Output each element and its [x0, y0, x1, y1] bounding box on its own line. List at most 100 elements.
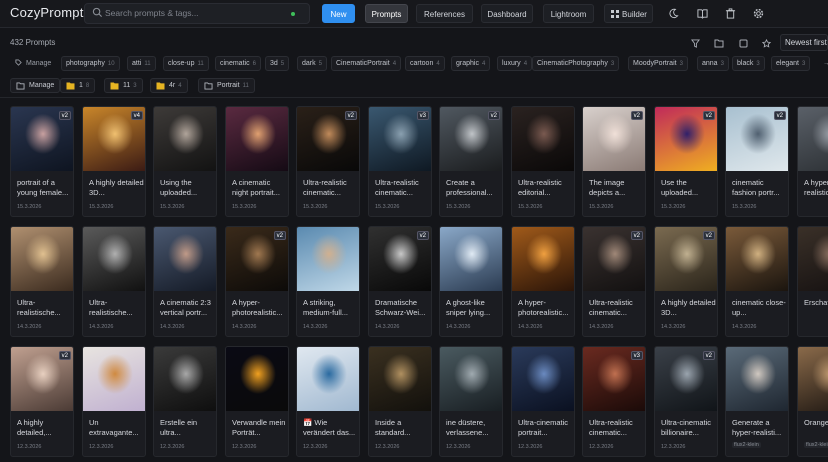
prompt-card[interactable]: Ultra-realistic editorial... 15.3.2026 — [511, 106, 575, 217]
prompt-thumbnail[interactable] — [798, 227, 828, 291]
search-box[interactable]: Search prompts & tags... — [84, 3, 310, 24]
prompt-card[interactable]: Un extravagante... 12.3.2026 — [82, 346, 146, 457]
tag-chip[interactable]: close-up 11 — [163, 56, 209, 71]
favorites-button[interactable] — [759, 36, 773, 50]
prompt-thumbnail[interactable] — [798, 347, 828, 411]
tag-chip[interactable]: cinematic 6 — [215, 56, 261, 71]
prompt-card[interactable]: v2 Dramatische Schwarz-Wei... 14.3.2026 — [368, 226, 432, 337]
prompt-thumbnail[interactable] — [154, 107, 216, 171]
tag-chip[interactable]: elegant 3 — [771, 56, 811, 71]
prompt-card[interactable]: v2 A hyper-photorealistic... 14.3.2026 — [225, 226, 289, 337]
prompt-thumbnail[interactable] — [369, 347, 431, 411]
version-badge: v2 — [702, 231, 715, 240]
prompt-card[interactable]: A striking, medium-full... 14.3.2026 — [296, 226, 360, 337]
prompt-thumbnail[interactable] — [83, 227, 145, 291]
tag-chip[interactable]: cartoon 4 — [405, 56, 445, 71]
prompt-thumbnail[interactable] — [226, 347, 288, 411]
version-badge: v2 — [273, 231, 286, 240]
filter-button[interactable] — [688, 36, 702, 50]
tag-chip[interactable]: CinematicPhotography 3 — [532, 56, 620, 71]
prompt-card[interactable]: v2 cinematic fashion portr... 15.3.2026 — [725, 106, 789, 217]
folder-chip[interactable]: Portrait 11 — [198, 78, 255, 93]
trash-button[interactable] — [721, 4, 740, 23]
app-logo[interactable]: CozyPrompts — [10, 5, 90, 20]
theme-toggle-button[interactable] — [664, 4, 683, 23]
prompt-card[interactable]: v2 Create a professional... 15.3.2026 — [439, 106, 503, 217]
prompt-card[interactable]: Erstelle ein ultra... 12.3.2026 — [153, 346, 217, 457]
prompt-thumbnail[interactable] — [798, 107, 828, 171]
prompt-thumbnail[interactable] — [154, 227, 216, 291]
prompt-card[interactable]: Ultra-realistische... 14.3.2026 — [10, 226, 74, 337]
tag-chip[interactable]: anna 3 — [697, 56, 729, 71]
prompt-card[interactable]: v3 Ultra-realistic cinematic... 12.3.2026 — [582, 346, 646, 457]
tag-chip[interactable]: luxury 4 — [497, 56, 533, 71]
prompt-thumbnail[interactable] — [512, 347, 574, 411]
nav-builder[interactable]: Builder — [604, 4, 653, 23]
tag-chip[interactable]: black 3 — [732, 56, 765, 71]
prompt-card[interactable]: v2 Ultra-realistic cinematic... 15.3.2026 — [296, 106, 360, 217]
prompt-thumbnail[interactable] — [726, 227, 788, 291]
prompt-card[interactable]: Using the uploaded... 15.3.2026 — [153, 106, 217, 217]
prompt-card[interactable]: v3 Ultra-realistic cinematic... 15.3.2026 — [368, 106, 432, 217]
prompt-card[interactable]: A ghost-like sniper lying... 14.3.2026 — [439, 226, 503, 337]
prompt-thumbnail[interactable] — [440, 347, 502, 411]
prompt-card[interactable]: A cinematic night portrait... 15.3.2026 — [225, 106, 289, 217]
nav-dashboard[interactable]: Dashboard — [481, 4, 533, 23]
prompt-card[interactable]: v2 Use the uploaded... 15.3.2026 — [654, 106, 718, 217]
prompt-thumbnail[interactable] — [83, 347, 145, 411]
prompt-card[interactable]: A cinematic 2:3 vertical portr... 14.3.20… — [153, 226, 217, 337]
prompt-card[interactable]: Generate a hyper-realisti... flux2-klein — [725, 346, 789, 457]
prompt-thumbnail[interactable] — [297, 347, 359, 411]
prompt-card[interactable]: Verwandle mein Porträt... 12.3.2026 — [225, 346, 289, 457]
prompt-card[interactable]: cinematic close-up... 14.3.2026 — [725, 226, 789, 337]
more-tags-icon[interactable]: → — [818, 56, 828, 71]
prompt-thumbnail[interactable] — [11, 227, 73, 291]
prompt-thumbnail[interactable] — [726, 347, 788, 411]
manage-folders-button[interactable]: Manage — [10, 78, 61, 93]
sort-select[interactable]: Newest first — [780, 34, 828, 51]
prompt-card[interactable]: 📅 Wie verändert das... 12.3.2026 — [296, 346, 360, 457]
folder-chip[interactable]: 11 3 — [104, 78, 143, 93]
tag-chip[interactable]: MoodyPortrait 3 — [628, 56, 688, 71]
prompt-thumbnail[interactable] — [512, 227, 574, 291]
tag-chip[interactable]: dark 5 — [297, 56, 327, 71]
tag-chip[interactable]: CinematicPortrait 4 — [331, 56, 402, 71]
prompt-card[interactable]: ine düstere, verlassene... 12.3.2026 — [439, 346, 503, 457]
prompt-card[interactable]: Ultra-cinematic portrait... 12.3.2026 — [511, 346, 575, 457]
prompt-card[interactable]: v2 A highly detailed 3D... 14.3.2026 — [654, 226, 718, 337]
prompt-thumbnail[interactable] — [154, 347, 216, 411]
manage-tags-button[interactable]: Manage — [10, 56, 56, 71]
prompt-thumbnail[interactable] — [440, 227, 502, 291]
tag-chip[interactable]: 3d 5 — [265, 56, 290, 71]
prompt-card[interactable]: A hyper-realistic... — [797, 106, 828, 217]
settings-button[interactable] — [749, 4, 768, 23]
search-input[interactable]: Search prompts & tags... — [105, 8, 199, 18]
prompt-card[interactable]: v2 The image depicts a... 15.3.2026 — [582, 106, 646, 217]
tag-chip[interactable]: atti 11 — [127, 56, 156, 71]
new-button[interactable]: New — [322, 4, 355, 23]
prompt-card[interactable]: v4 A highly detailed 3D... 15.3.2026 — [82, 106, 146, 217]
prompt-card[interactable]: A hyper-photorealistic... 14.3.2026 — [511, 226, 575, 337]
prompt-card[interactable]: v2 A highly detailed,... 12.3.2026 — [10, 346, 74, 457]
prompt-card[interactable]: Inside a standard... 12.3.2026 — [368, 346, 432, 457]
prompt-card[interactable]: Orange archite flux2-klein — [797, 346, 828, 457]
prompt-thumbnail[interactable] — [297, 227, 359, 291]
prompt-card[interactable]: v2 Ultra-realistic cinematic... 14.3.2026 — [582, 226, 646, 337]
prompt-card[interactable]: v2 portrait of a young female... 15.3.2026 — [10, 106, 74, 217]
book-button[interactable] — [693, 4, 712, 23]
folder-chip[interactable]: 4r 4 — [150, 78, 188, 93]
select-button[interactable] — [736, 36, 750, 50]
tag-chip[interactable]: graphic 4 — [451, 56, 491, 71]
prompt-thumbnail[interactable] — [226, 107, 288, 171]
folder-chip[interactable]: 18 — [60, 78, 96, 93]
prompt-card[interactable]: Erschaf Bild vor — [797, 226, 828, 337]
folder-view-button[interactable] — [712, 36, 726, 50]
nav-prompts[interactable]: Prompts — [365, 4, 408, 23]
nav-references[interactable]: References — [416, 4, 473, 23]
nav-lightroom[interactable]: Lightroom — [543, 4, 594, 23]
tag-chip[interactable]: photography 10 — [61, 56, 120, 71]
prompt-card[interactable]: v2 Ultra-cinematic billionaire... 12.3.202… — [654, 346, 718, 457]
prompt-caption: ine düstere, verlassene... — [446, 418, 489, 437]
prompt-thumbnail[interactable] — [512, 107, 574, 171]
prompt-card[interactable]: Ultra-realistische... 14.3.2026 — [82, 226, 146, 337]
